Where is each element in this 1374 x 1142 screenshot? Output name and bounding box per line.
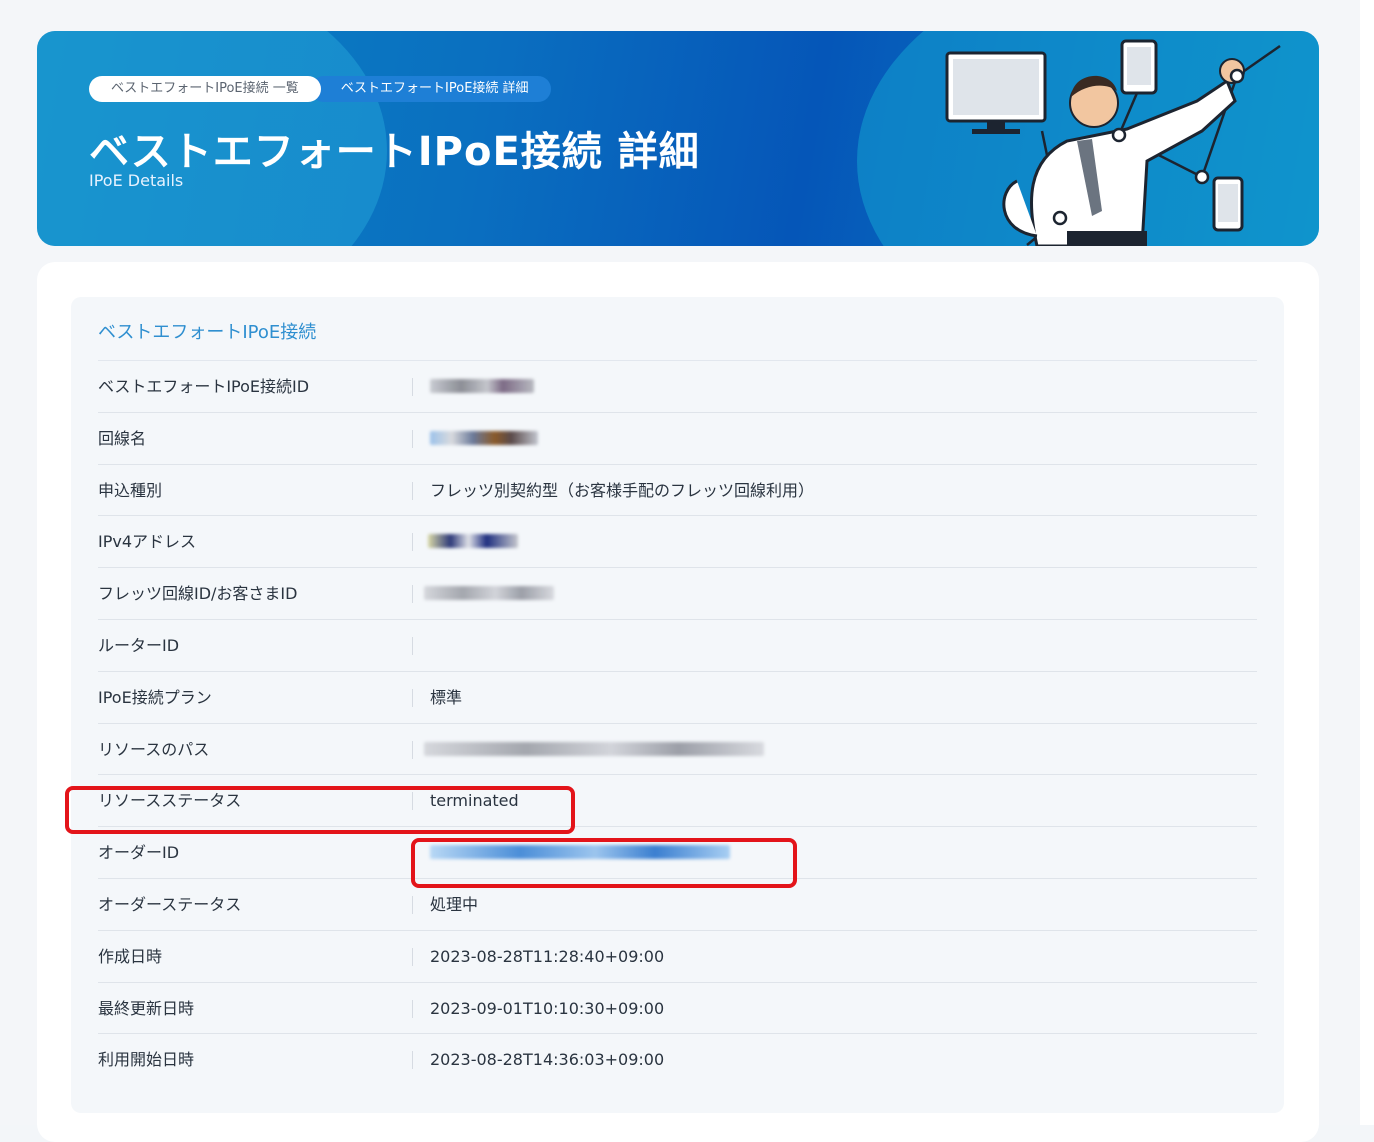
row-label: オーダーステータス	[98, 894, 242, 914]
row-label: 申込種別	[98, 480, 163, 500]
row-value: 2023-09-01T10:10:30+09:00	[430, 998, 665, 1018]
row-label: IPv4アドレス	[98, 532, 197, 552]
row-label: IPoE接続プラン	[98, 687, 212, 707]
detail-card: ベストエフォートIPoE接続 ベストエフォートIPoE接続ID 回線名 申込種別…	[37, 262, 1319, 1142]
divider	[412, 429, 413, 448]
row-value: フレッツ別契約型（お客様手配のフレッツ回線利用）	[430, 480, 815, 500]
detail-row-application-type: 申込種別 フレッツ別契約型（お客様手配のフレッツ回線利用）	[98, 465, 1257, 517]
breadcrumb-item-current: ベストエフォートIPoE接続 詳細	[310, 76, 551, 102]
detail-row-ipoe-plan: IPoE接続プラン 標準	[98, 672, 1257, 724]
detail-row-flets-id: フレッツ回線ID/お客さまID	[98, 568, 1257, 620]
divider	[412, 378, 413, 396]
divider	[412, 585, 413, 604]
row-label: 最終更新日時	[98, 998, 195, 1018]
monitor-icon	[945, 51, 1047, 134]
detail-list: ベストエフォートIPoE接続ID 回線名 申込種別 フレッツ別契約型（お客様手配…	[98, 361, 1257, 1086]
page-edge	[1360, 0, 1374, 1125]
detail-row-resource-path: リソースのパス	[98, 724, 1257, 776]
row-label: フレッツ回線ID/お客さまID	[98, 584, 298, 604]
detail-row-ipv4-address: IPv4アドレス	[98, 516, 1257, 569]
detail-row-started-at: 利用開始日時 2023-08-28T14:36:03+09:00	[98, 1034, 1257, 1086]
detail-row-updated-at: 最終更新日時 2023-09-01T10:10:30+09:00	[98, 983, 1257, 1035]
breadcrumb-item-list[interactable]: ベストエフォートIPoE接続 一覧	[89, 76, 321, 102]
tablet-icon	[1120, 39, 1158, 95]
page-subtitle: IPoE Details	[89, 171, 184, 190]
detail-row-created-at: 作成日時 2023-08-28T11:28:40+09:00	[98, 931, 1257, 983]
redacted-value	[424, 741, 764, 756]
detail-row-line-name: 回線名	[98, 413, 1257, 465]
phone-icon	[1212, 176, 1244, 232]
divider	[412, 999, 413, 1018]
page-title: ベストエフォートIPoE接続 詳細	[89, 129, 700, 175]
row-label: ルーターID	[98, 635, 180, 655]
redacted-value	[430, 379, 534, 393]
detail-row-connection-id: ベストエフォートIPoE接続ID	[98, 361, 1257, 413]
divider	[412, 481, 413, 500]
row-label: 作成日時	[98, 946, 163, 966]
divider	[412, 947, 413, 966]
redacted-value	[430, 430, 538, 445]
detail-row-router-id: ルーターID	[98, 620, 1257, 672]
row-value: 2023-08-28T14:36:03+09:00	[430, 1050, 665, 1070]
highlight-box-order-id	[411, 838, 797, 888]
row-label: リソースのパス	[98, 739, 210, 759]
network-illustration	[945, 39, 1281, 246]
divider	[412, 533, 413, 552]
breadcrumb: ベストエフォートIPoE接続 一覧 ベストエフォートIPoE接続 詳細	[89, 76, 551, 102]
redacted-value	[428, 534, 518, 549]
divider	[412, 688, 413, 707]
divider	[412, 1051, 413, 1070]
row-label: 回線名	[98, 428, 147, 448]
divider	[412, 895, 413, 914]
redacted-value	[424, 586, 554, 601]
row-label: ベストエフォートIPoE接続ID	[98, 377, 310, 396]
detail-section: ベストエフォートIPoE接続 ベストエフォートIPoE接続ID 回線名 申込種別…	[71, 297, 1284, 1113]
section-title: ベストエフォートIPoE接続	[98, 322, 317, 343]
row-label: オーダーID	[98, 843, 180, 863]
divider	[412, 740, 413, 759]
row-value: 2023-08-28T11:28:40+09:00	[430, 946, 665, 966]
row-label: 利用開始日時	[98, 1050, 195, 1070]
highlight-box-resource-status	[65, 786, 575, 834]
row-value: 標準	[430, 687, 463, 707]
divider	[412, 636, 413, 655]
header-banner: ベストエフォートIPoE接続 一覧 ベストエフォートIPoE接続 詳細 ベストエ…	[37, 31, 1319, 246]
